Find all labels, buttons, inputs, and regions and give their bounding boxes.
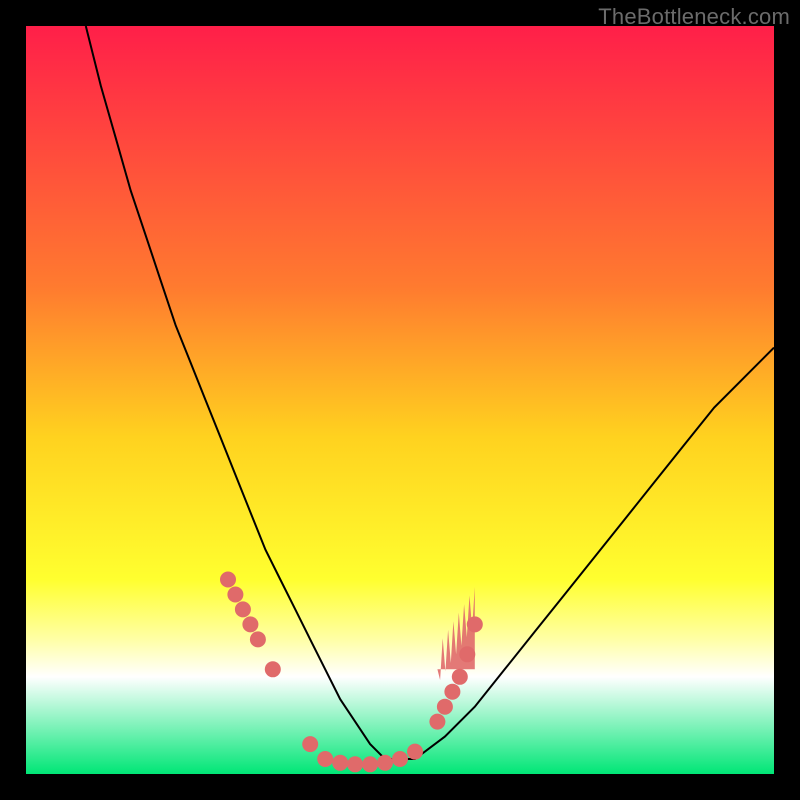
marker-point: [302, 736, 318, 752]
marker-point: [362, 756, 378, 772]
gradient-background: [26, 26, 774, 774]
marker-point: [220, 572, 236, 588]
marker-point: [437, 699, 453, 715]
marker-point: [265, 661, 281, 677]
marker-point: [452, 669, 468, 685]
marker-point: [467, 616, 483, 632]
watermark-text: TheBottleneck.com: [598, 4, 790, 30]
marker-point: [429, 714, 445, 730]
marker-point: [227, 587, 243, 603]
marker-point: [377, 755, 393, 771]
marker-point: [317, 751, 333, 767]
marker-point: [444, 684, 460, 700]
bottleneck-plot: [26, 26, 774, 774]
marker-point: [459, 646, 475, 662]
marker-point: [392, 751, 408, 767]
marker-point: [347, 756, 363, 772]
marker-point: [242, 616, 258, 632]
marker-point: [250, 631, 266, 647]
marker-point: [332, 755, 348, 771]
marker-point: [407, 744, 423, 760]
marker-point: [235, 601, 251, 617]
chart-frame: [26, 26, 774, 774]
